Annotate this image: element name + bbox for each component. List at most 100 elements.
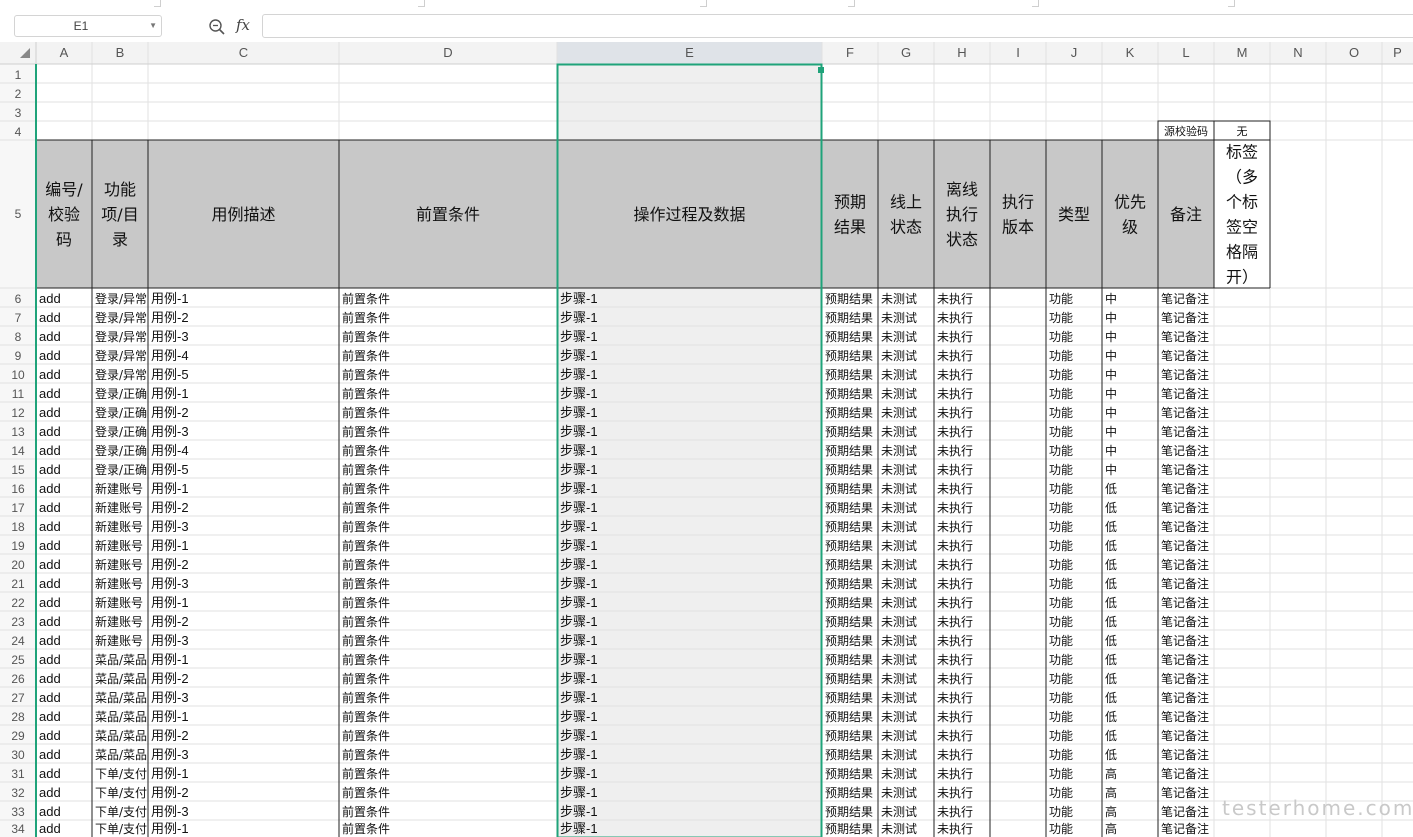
cell-b-26[interactable]: 菜品/菜品 xyxy=(95,672,147,686)
cell-a-19[interactable]: add xyxy=(39,538,61,553)
cell-e-30[interactable]: 步骤-1 xyxy=(560,747,598,762)
cell-l-10[interactable]: 笔记备注 xyxy=(1161,367,1209,382)
header-cell-h[interactable]: 状态 xyxy=(946,230,978,249)
cell-g-29[interactable]: 未测试 xyxy=(881,728,917,743)
cell-d-23[interactable]: 前置条件 xyxy=(342,614,390,629)
cell-f-25[interactable]: 预期结果 xyxy=(825,653,873,667)
cell-h-6[interactable]: 未执行 xyxy=(937,292,973,306)
cell-a-34[interactable]: add xyxy=(39,821,61,836)
cell-c-29[interactable]: 用例-2 xyxy=(151,728,189,743)
cell-e-13[interactable]: 步骤-1 xyxy=(560,424,598,439)
cell-f-23[interactable]: 预期结果 xyxy=(825,615,873,629)
cell-f-21[interactable]: 预期结果 xyxy=(825,577,873,591)
cell-l-8[interactable]: 笔记备注 xyxy=(1161,329,1209,344)
cell-e-19[interactable]: 步骤-1 xyxy=(560,538,598,553)
cell-e-15[interactable]: 步骤-1 xyxy=(560,462,598,477)
cell-l-34[interactable]: 笔记备注 xyxy=(1161,821,1209,836)
cell-e-14[interactable]: 步骤-1 xyxy=(560,443,598,458)
row-header-27[interactable]: 27 xyxy=(11,691,25,705)
cell-e-31[interactable]: 步骤-1 xyxy=(560,766,598,781)
column-header-a[interactable]: A xyxy=(60,45,69,60)
cell-j-23[interactable]: 功能 xyxy=(1049,615,1073,629)
cell-d-21[interactable]: 前置条件 xyxy=(342,576,390,591)
cell-l-14[interactable]: 笔记备注 xyxy=(1161,443,1209,458)
cell-b-12[interactable]: 登录/正确 xyxy=(95,405,147,420)
row-header-24[interactable]: 24 xyxy=(11,634,25,648)
cell-g-21[interactable]: 未测试 xyxy=(881,576,917,591)
cell-d-15[interactable]: 前置条件 xyxy=(342,462,390,477)
cell-j-25[interactable]: 功能 xyxy=(1049,653,1073,667)
header-cell-k[interactable]: 优先 xyxy=(1114,193,1146,212)
cell-f-19[interactable]: 预期结果 xyxy=(825,539,873,553)
cell-g-11[interactable]: 未测试 xyxy=(881,386,917,401)
cell-a-21[interactable]: add xyxy=(39,576,61,591)
cell-a-30[interactable]: add xyxy=(39,747,61,762)
cell-h-8[interactable]: 未执行 xyxy=(937,330,973,344)
column-header-h[interactable]: H xyxy=(957,45,966,60)
cell-a-14[interactable]: add xyxy=(39,443,61,458)
cell-d-12[interactable]: 前置条件 xyxy=(342,405,390,420)
cell-b-20[interactable]: 新建账号 xyxy=(95,557,143,572)
cell-g-33[interactable]: 未测试 xyxy=(881,804,917,819)
cell-a-7[interactable]: add xyxy=(39,310,61,325)
header-cell-f[interactable]: 结果 xyxy=(834,218,866,237)
cell-b-21[interactable]: 新建账号 xyxy=(95,576,143,591)
cell-a-27[interactable]: add xyxy=(39,690,61,705)
cell-l-16[interactable]: 笔记备注 xyxy=(1161,481,1209,496)
cell-k-7[interactable]: 中 xyxy=(1105,310,1117,325)
cell-a-18[interactable]: add xyxy=(39,519,61,534)
cell-g-18[interactable]: 未测试 xyxy=(881,519,917,534)
cell-h-18[interactable]: 未执行 xyxy=(937,520,973,534)
column-header-c[interactable]: C xyxy=(239,45,248,60)
cell-d-8[interactable]: 前置条件 xyxy=(342,329,390,344)
cell-d-26[interactable]: 前置条件 xyxy=(342,671,390,686)
cell-b-25[interactable]: 菜品/菜品 xyxy=(95,653,147,667)
cell-l-25[interactable]: 笔记备注 xyxy=(1161,652,1209,667)
cell-d-28[interactable]: 前置条件 xyxy=(342,709,390,724)
header-cell-b[interactable]: 功能 xyxy=(104,180,136,199)
cell-j-6[interactable]: 功能 xyxy=(1049,292,1073,306)
cell-h-9[interactable]: 未执行 xyxy=(937,349,973,363)
cell-l-29[interactable]: 笔记备注 xyxy=(1161,728,1209,743)
cell-l-33[interactable]: 笔记备注 xyxy=(1161,804,1209,819)
cell-k-24[interactable]: 低 xyxy=(1105,634,1117,648)
column-header-k[interactable]: K xyxy=(1126,45,1135,60)
cell-j-15[interactable]: 功能 xyxy=(1049,463,1073,477)
cell-l-13[interactable]: 笔记备注 xyxy=(1161,424,1209,439)
cell-l-27[interactable]: 笔记备注 xyxy=(1161,690,1209,705)
column-header-e[interactable]: E xyxy=(685,45,694,60)
header-cell-g[interactable]: 状态 xyxy=(890,218,922,237)
cell-l-20[interactable]: 笔记备注 xyxy=(1161,557,1209,572)
cell-k-23[interactable]: 低 xyxy=(1105,615,1117,629)
cell-l-7[interactable]: 笔记备注 xyxy=(1161,310,1209,325)
cell-c-22[interactable]: 用例-1 xyxy=(151,595,189,610)
cell-k-6[interactable]: 中 xyxy=(1105,291,1117,306)
cell-k-33[interactable]: 高 xyxy=(1105,804,1117,819)
cell-k-14[interactable]: 中 xyxy=(1105,443,1117,458)
cell-h-21[interactable]: 未执行 xyxy=(937,577,973,591)
cell-h-20[interactable]: 未执行 xyxy=(937,558,973,572)
cell-f-9[interactable]: 预期结果 xyxy=(825,349,873,363)
cell-a-9[interactable]: add xyxy=(39,348,61,363)
cell-h-29[interactable]: 未执行 xyxy=(937,729,973,743)
cell-d-27[interactable]: 前置条件 xyxy=(342,690,390,705)
header-cell-m[interactable]: 标签 xyxy=(1226,143,1258,162)
cell-e-34[interactable]: 步骤-1 xyxy=(560,821,598,836)
cell-h-15[interactable]: 未执行 xyxy=(937,463,973,477)
cell-d-19[interactable]: 前置条件 xyxy=(342,538,390,553)
cell-c-17[interactable]: 用例-2 xyxy=(151,500,189,515)
cell-d-6[interactable]: 前置条件 xyxy=(342,291,390,306)
cell-k-28[interactable]: 低 xyxy=(1105,710,1117,724)
header-cell-c[interactable]: 用例描述 xyxy=(211,205,275,224)
cell-j-10[interactable]: 功能 xyxy=(1049,368,1073,382)
cell-c-18[interactable]: 用例-3 xyxy=(151,519,189,534)
header-cell-m[interactable]: （多 xyxy=(1226,168,1258,187)
cell-f-30[interactable]: 预期结果 xyxy=(825,748,873,762)
cell-j-27[interactable]: 功能 xyxy=(1049,691,1073,705)
cell-j-32[interactable]: 功能 xyxy=(1049,786,1073,800)
cell-g-9[interactable]: 未测试 xyxy=(881,348,917,363)
row-header-29[interactable]: 29 xyxy=(11,729,25,743)
cell-l-21[interactable]: 笔记备注 xyxy=(1161,576,1209,591)
spreadsheet-grid[interactable]: A B C D E F G H I J K L M N O P123456789101112131415161… xyxy=(0,42,1413,837)
name-box[interactable]: E1 ▼ xyxy=(14,15,162,37)
